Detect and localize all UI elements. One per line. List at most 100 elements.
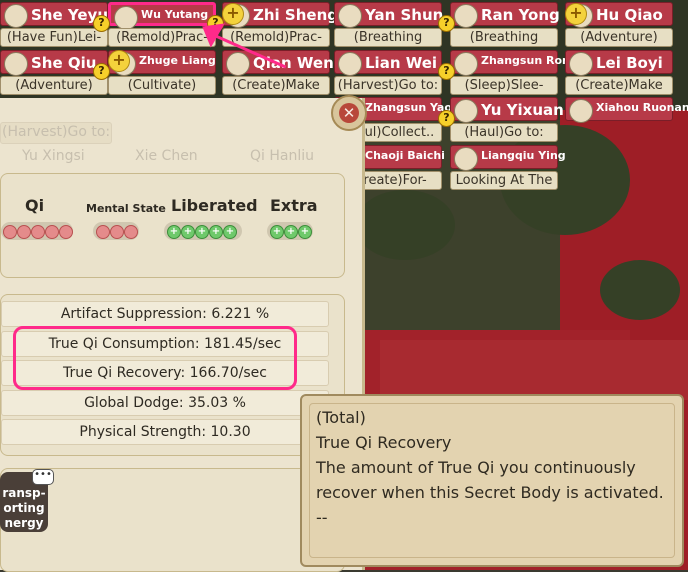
- character-status: (Create)Make: [565, 76, 673, 95]
- avatar: [338, 52, 362, 76]
- character-card[interactable]: Lian Wei (Harvest)Go to:: [334, 50, 442, 95]
- extra-header: Extra: [270, 196, 318, 215]
- character-card[interactable]: Lei Boyi (Create)Make: [565, 50, 673, 95]
- character-card[interactable]: Qian Wen (Create)Make: [222, 50, 334, 95]
- avatar: [454, 4, 478, 28]
- plus-icon: +: [565, 3, 587, 25]
- character-name: Lei Boyi: [596, 54, 663, 72]
- red-zone-band: [380, 340, 688, 400]
- faded-name: Xie Chen: [135, 148, 198, 164]
- skill-label-line: orting: [3, 501, 45, 515]
- tooltip-desc-line: The amount of True Qi you continuously: [316, 458, 636, 477]
- tree: [355, 190, 455, 260]
- character-name: Zhuge Liang: [139, 54, 216, 67]
- character-status: (Sleep)Slee-: [450, 76, 558, 95]
- close-icon: ✕: [339, 103, 359, 123]
- character-status: (Haul)Go to:: [450, 123, 558, 142]
- character-name: Hu Qiao: [596, 6, 663, 24]
- character-name-plate[interactable]: Lian Wei: [334, 50, 442, 76]
- tree: [600, 260, 680, 320]
- character-card[interactable]: Ran Yong (Breathing: [450, 2, 560, 47]
- character-name-plate[interactable]: She Yeyun: [0, 2, 119, 28]
- character-card[interactable]: Yan Shun (Breathing: [334, 2, 443, 47]
- qi-header: Qi: [25, 196, 45, 215]
- attr-physical-strength[interactable]: Physical Strength: 10.30: [1, 419, 329, 445]
- character-name-plate[interactable]: Yu Yixuan: [450, 97, 564, 123]
- character-name: Yu Yixuan: [481, 101, 564, 119]
- character-name-plate[interactable]: Yan Shun: [334, 2, 443, 28]
- character-name: Ran Yong: [481, 6, 560, 24]
- tooltip-title: True Qi Recovery: [316, 433, 452, 452]
- question-icon: ?: [438, 110, 455, 127]
- character-status: (Create)Make: [222, 76, 330, 95]
- character-name: Chaoji Baichi: [365, 149, 445, 162]
- cultivation-stats-card: Qi Mental State Liberated Extra + + + + + + +…: [0, 173, 345, 278]
- faded-name: Qi Hanliu: [250, 148, 314, 164]
- character-name: Liangqiu Ying: [481, 149, 566, 162]
- chat-bubble-icon: •••: [32, 469, 54, 485]
- extra-meter: + + +: [267, 222, 313, 240]
- avatar: [454, 52, 478, 76]
- character-status: (Adventure): [565, 28, 673, 47]
- character-name-plate[interactable]: Ran Yong: [450, 2, 560, 28]
- character-card[interactable]: Xiahou Ruonan: [565, 97, 688, 141]
- character-status: (Breathing: [450, 28, 558, 47]
- character-name: Wu Yutang: [141, 8, 209, 21]
- avatar: [338, 4, 362, 28]
- character-card[interactable]: Liangqiu Ying Looking At The: [450, 145, 566, 190]
- faded-status: (Harvest)Go to:: [2, 124, 111, 140]
- avatar: [569, 99, 593, 123]
- question-icon: ?: [93, 63, 110, 80]
- tooltip: (Total) True Qi Recovery The amount of T…: [300, 394, 684, 567]
- character-name: She Qiu: [31, 54, 97, 72]
- character-card[interactable]: Yu Yixuan (Haul)Go to:: [450, 97, 564, 142]
- character-name: Zhangsun Rong: [481, 54, 578, 67]
- avatar: [226, 52, 250, 76]
- character-name-plate[interactable]: Lei Boyi: [565, 50, 673, 76]
- character-status: (Breathing: [334, 28, 442, 47]
- character-status: (Cultivate): [108, 76, 216, 95]
- question-icon: ?: [438, 63, 455, 80]
- character-card[interactable]: She Yeyun (Have Fun)Lei-: [0, 2, 119, 47]
- tooltip-dash: --: [316, 508, 328, 527]
- character-name: Xiahou Ruonan: [596, 101, 688, 114]
- mental-state-header: Mental State: [86, 202, 166, 215]
- character-name-plate[interactable]: Xiahou Ruonan: [565, 97, 688, 123]
- character-status: (Harvest)Go to:: [334, 76, 442, 95]
- character-card[interactable]: Zhangsun Rong (Sleep)Slee-: [450, 50, 578, 95]
- attr-artifact-suppression[interactable]: Artifact Suppression: 6.221 %: [1, 301, 329, 327]
- plus-icon: +: [222, 3, 244, 25]
- avatar: [454, 99, 478, 123]
- character-name-plate[interactable]: She Qiu: [0, 50, 108, 76]
- question-icon: ?: [438, 15, 455, 32]
- skill-label-line: nergy: [4, 516, 44, 530]
- avatar: [114, 6, 138, 30]
- character-name-plate[interactable]: Wu Yutang: [108, 2, 216, 30]
- character-status: (Have Fun)Lei-: [0, 28, 108, 47]
- tooltip-desc-line: recover when this Secret Body is activat…: [316, 483, 664, 502]
- faded-character-row: (Harvest)Go to: Yu Xingsi Xie Chen Qi Ha…: [0, 98, 330, 168]
- character-name: Zhi Sheng: [253, 6, 338, 24]
- faded-name: Yu Xingsi: [22, 148, 85, 164]
- liberated-meter: + + + + +: [164, 222, 242, 240]
- avatar: [569, 52, 593, 76]
- close-button[interactable]: ✕: [331, 95, 367, 131]
- character-name-plate[interactable]: Zhangsun Rong: [450, 50, 578, 76]
- character-card[interactable]: She Qiu (Adventure): [0, 50, 108, 95]
- avatar: [454, 147, 478, 171]
- avatar: [4, 4, 28, 28]
- attr-global-dodge[interactable]: Global Dodge: 35.03 %: [1, 390, 329, 416]
- qi-meter: [1, 222, 73, 240]
- character-name-plate[interactable]: Liangqiu Ying: [450, 145, 566, 171]
- annotation-highlight-box: [13, 326, 297, 390]
- liberated-header: Liberated: [171, 196, 258, 215]
- avatar: [4, 52, 28, 76]
- tooltip-total: (Total): [316, 408, 366, 427]
- character-status: Looking At The: [450, 171, 558, 190]
- skill-label-line: ransp-: [2, 486, 46, 500]
- question-icon: ?: [93, 15, 110, 32]
- mental-state-meter: [93, 222, 139, 240]
- character-name: Lian Wei: [365, 54, 438, 72]
- plus-icon: +: [108, 50, 130, 72]
- character-status: (Adventure): [0, 76, 108, 95]
